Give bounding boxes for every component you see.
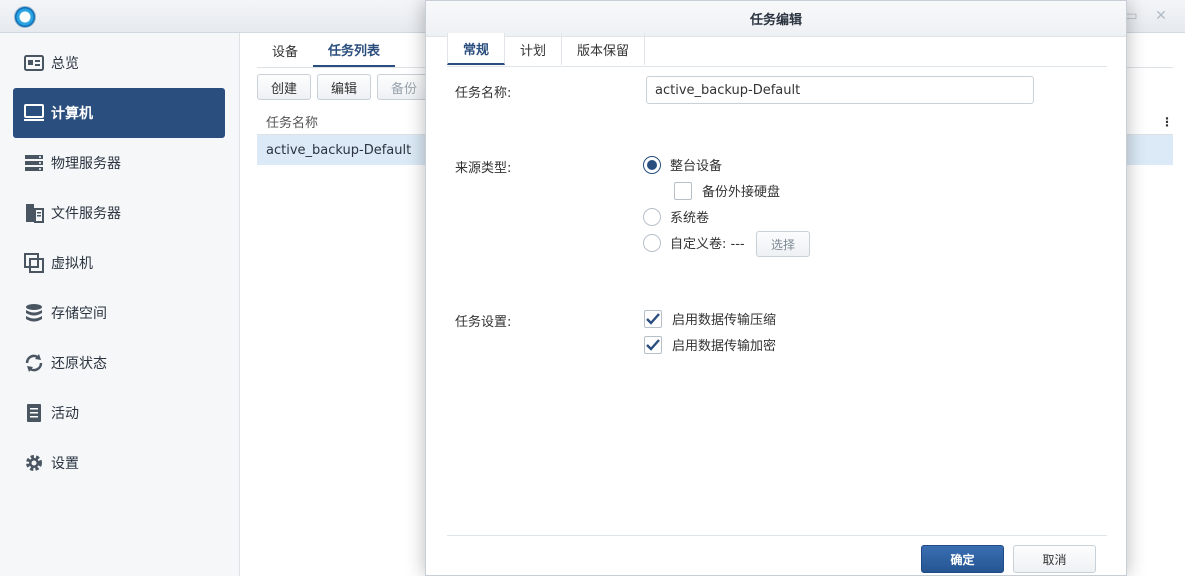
- checkbox-checked[interactable]: [644, 335, 662, 354]
- system-volume-label: 系统卷: [670, 211, 710, 226]
- whole-device-label: 整台设备: [670, 159, 723, 174]
- edit-button[interactable]: 编辑: [317, 74, 372, 100]
- computer-icon: [23, 102, 45, 124]
- sidebar-item-label: 物理服务器: [51, 156, 121, 172]
- custom-volume-label: 自定义卷: ---: [670, 237, 745, 252]
- sidebar-item-storage[interactable]: 存储空间: [13, 288, 225, 338]
- radio-button-selected[interactable]: [643, 155, 661, 174]
- backup-button[interactable]: 备份: [377, 74, 432, 100]
- footer-divider: [447, 535, 1107, 536]
- sidebar-item-label: 总览: [51, 56, 79, 72]
- activity-icon: [23, 402, 45, 424]
- sidebar-item-label: 活动: [51, 406, 79, 422]
- radio-whole-device[interactable]: 整台设备: [643, 155, 722, 174]
- checkbox-compression[interactable]: 启用数据传输压缩: [644, 309, 776, 328]
- tab-general[interactable]: 常规: [447, 33, 506, 65]
- sidebar-item-settings[interactable]: 设置: [13, 438, 225, 488]
- sidebar-item-file-server[interactable]: 文件服务器: [13, 188, 225, 238]
- column-menu-icon[interactable]: ⋮: [1161, 115, 1173, 129]
- radio-button[interactable]: [643, 207, 661, 226]
- task-settings-label: 任务设置:: [455, 315, 512, 330]
- toolbar: 创建 编辑 备份: [257, 74, 432, 100]
- radio-button[interactable]: [643, 233, 661, 252]
- sidebar-item-overview[interactable]: 总览: [13, 38, 225, 88]
- checkbox-checked[interactable]: [644, 309, 662, 328]
- cancel-button[interactable]: 取消: [1013, 545, 1096, 573]
- select-volume-button[interactable]: 选择: [756, 231, 810, 257]
- tab-version-retention[interactable]: 版本保留: [562, 33, 646, 65]
- tab-schedule[interactable]: 计划: [505, 33, 563, 65]
- tab-devices[interactable]: 设备: [257, 33, 313, 67]
- virtual-machine-icon: [23, 252, 45, 274]
- restore-icon: [23, 352, 45, 374]
- sidebar-item-activity[interactable]: 活动: [13, 388, 225, 438]
- radio-system-volume[interactable]: 系统卷: [643, 207, 709, 226]
- checkbox-unchecked[interactable]: [674, 181, 692, 200]
- checkmark-icon: [646, 312, 660, 325]
- source-type-label: 来源类型:: [455, 161, 512, 176]
- dialog-title: 任务编辑: [426, 1, 1126, 37]
- sidebar-item-label: 计算机: [51, 106, 93, 122]
- overview-icon: [23, 52, 45, 74]
- tab-task-list[interactable]: 任务列表: [313, 33, 396, 67]
- app-logo-icon: [14, 6, 36, 28]
- ok-button[interactable]: 确定: [921, 545, 1004, 573]
- server-icon: [23, 152, 45, 174]
- task-name-input[interactable]: [646, 76, 1034, 104]
- gear-icon: [23, 452, 45, 474]
- dialog-tabs-divider: [447, 66, 1107, 67]
- sidebar-item-label: 文件服务器: [51, 206, 121, 222]
- task-name-label: 任务名称:: [455, 86, 512, 101]
- sidebar: 总览 计算机 物理服务器 文件服务器 虚拟机 存储空间 还原状态 活动 设置: [0, 33, 240, 576]
- task-edit-dialog: 任务编辑 常规 计划 版本保留 任务名称: 来源类型: 整台设备 备份外接硬盘 …: [425, 0, 1127, 576]
- radio-custom-volume[interactable]: 自定义卷: ---: [643, 233, 745, 252]
- create-button[interactable]: 创建: [257, 74, 312, 100]
- backup-external-label: 备份外接硬盘: [702, 185, 781, 200]
- close-icon[interactable]: ✕: [1154, 9, 1168, 23]
- checkbox-encryption[interactable]: 启用数据传输加密: [644, 335, 776, 354]
- storage-icon: [23, 302, 45, 324]
- compression-label: 启用数据传输压缩: [672, 313, 777, 328]
- content-tabs: 设备 任务列表: [257, 33, 396, 67]
- sidebar-item-restore-status[interactable]: 还原状态: [13, 338, 225, 388]
- checkmark-icon: [646, 338, 660, 351]
- sidebar-item-label: 虚拟机: [51, 256, 93, 272]
- checkbox-backup-external[interactable]: 备份外接硬盘: [674, 181, 780, 200]
- sidebar-item-computer[interactable]: 计算机: [13, 88, 225, 138]
- sidebar-item-label: 还原状态: [51, 356, 107, 372]
- sidebar-item-label: 存储空间: [51, 306, 107, 322]
- sidebar-item-physical-server[interactable]: 物理服务器: [13, 138, 225, 188]
- sidebar-item-virtual-machine[interactable]: 虚拟机: [13, 238, 225, 288]
- dialog-tabs: 常规 计划 版本保留: [447, 33, 646, 65]
- sidebar-item-label: 设置: [51, 456, 79, 472]
- file-server-icon: [23, 202, 45, 224]
- encryption-label: 启用数据传输加密: [672, 339, 777, 354]
